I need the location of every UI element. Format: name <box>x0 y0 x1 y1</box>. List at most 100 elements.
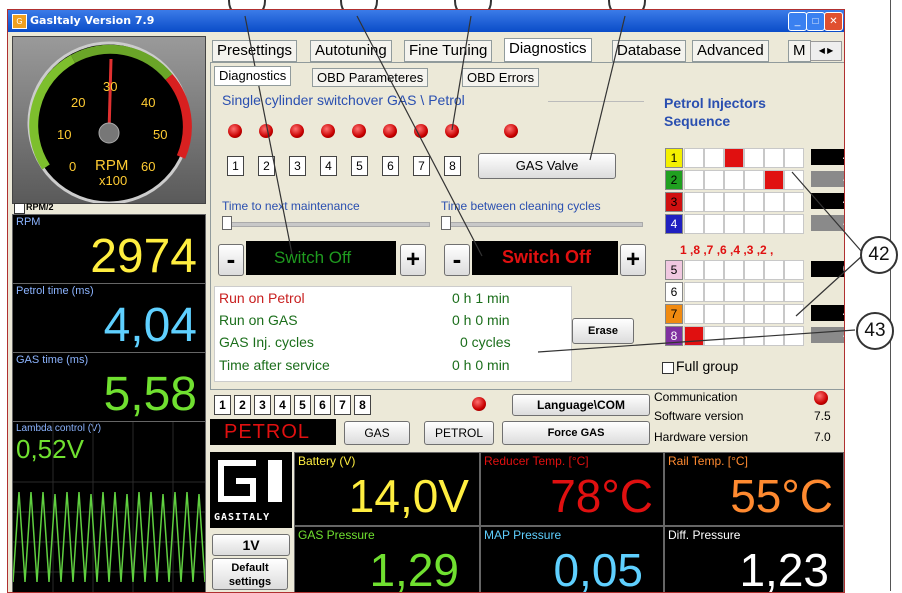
full-group-checkbox[interactable] <box>662 362 674 374</box>
rpm-panel: RPM 2974 <box>12 214 206 284</box>
communication-led <box>814 391 828 405</box>
injector-cell <box>764 282 784 302</box>
cylinder-btn-3[interactable]: 3 <box>289 156 306 176</box>
injector-value-3: 4.0 <box>811 193 844 209</box>
injector-number-3: 3 <box>665 192 683 212</box>
injector-cell <box>684 282 704 302</box>
reducer-temp-panel: Reducer Temp. [°C] 78°C <box>480 452 664 526</box>
injector-number-1: 1 <box>665 148 683 168</box>
mode-indicator-text: PETROL <box>224 421 311 443</box>
injector-cell <box>764 304 784 324</box>
subtab-obd-parameters[interactable]: OBD Parameteres <box>312 68 429 87</box>
cleaning-plus[interactable]: + <box>620 244 646 276</box>
tab-presettings[interactable]: Presettings <box>212 40 298 62</box>
stat-value-run-gas: 0 h 0 min <box>452 312 510 328</box>
cylinder-btn-7[interactable]: 7 <box>413 156 430 176</box>
erase-button[interactable]: Erase <box>572 318 634 344</box>
stat-label-run-petrol: Run on Petrol <box>219 290 305 306</box>
gas-mode-button[interactable]: GAS <box>344 421 410 445</box>
cleaning-status: Switch Off <box>472 241 618 275</box>
stat-label-time-after-service: Time after service <box>219 357 330 373</box>
default-settings-button[interactable]: Default settings <box>212 558 288 590</box>
rpm2-checkbox[interactable] <box>14 203 25 214</box>
injector-number-4: 4 <box>665 214 683 234</box>
injector-cell <box>684 192 704 212</box>
stat-value-time-after-service: 0 h 0 min <box>452 357 510 373</box>
mode-cylinder-2[interactable]: 2 <box>234 395 251 415</box>
injector-cell <box>764 170 784 190</box>
rpm2-label: RPM/2 <box>26 202 54 212</box>
mode-cylinder-6[interactable]: 6 <box>314 395 331 415</box>
next-maintenance-minus[interactable]: - <box>218 244 244 276</box>
injector-cell <box>744 282 764 302</box>
cylinder-btn-1[interactable]: 1 <box>227 156 244 176</box>
gauge-tick-40: 40 <box>141 95 156 110</box>
switchover-divider <box>548 101 644 102</box>
tab-advanced[interactable]: Advanced <box>692 40 769 62</box>
brand-logo-mark <box>218 460 282 502</box>
cylinder-led-7 <box>414 124 428 138</box>
lambda-panel: Lambda control (V) 0,52V <box>12 421 206 592</box>
tab-fine-tuning[interactable]: Fine Tuning <box>404 40 493 62</box>
gas-valve-button[interactable]: GAS Valve <box>478 153 616 179</box>
injector-cell <box>724 192 744 212</box>
injector-cell <box>704 326 724 346</box>
cylinder-btn-4[interactable]: 4 <box>320 156 337 176</box>
injector-cell <box>684 304 704 324</box>
mode-cylinder-1[interactable]: 1 <box>214 395 231 415</box>
mode-cylinder-8[interactable]: 8 <box>354 395 371 415</box>
tab-diagnostics[interactable]: Diagnostics <box>504 38 592 62</box>
next-maintenance-slider-track[interactable] <box>222 222 430 227</box>
page-divider-line <box>890 0 891 591</box>
language-com-button[interactable]: Language\COM <box>512 394 650 416</box>
cylinder-led-2 <box>259 124 273 138</box>
cleaning-slider-track[interactable] <box>441 222 643 227</box>
mode-cylinder-3[interactable]: 3 <box>254 395 271 415</box>
map-pressure-label: MAP Pressure <box>484 528 562 542</box>
injector-cell <box>784 192 804 212</box>
subtab-obd-errors[interactable]: OBD Errors <box>462 68 540 87</box>
injector-cell <box>704 304 724 324</box>
injector-cell <box>784 282 804 302</box>
rail-temp-label: Rail Temp. [°C] <box>668 454 748 468</box>
next-maintenance-label: Time to next maintenance <box>222 199 360 213</box>
maximize-button[interactable]: □ <box>806 12 825 31</box>
software-version-label: Software version <box>654 409 744 423</box>
rail-temp-panel: Rail Temp. [°C] 55°C <box>664 452 844 526</box>
cylinder-led-5 <box>352 124 366 138</box>
force-gas-button[interactable]: Force GAS <box>502 421 650 445</box>
cylinder-btn-6[interactable]: 6 <box>382 156 399 176</box>
cleaning-slider-thumb[interactable] <box>441 216 451 230</box>
next-maintenance-plus[interactable]: + <box>400 244 426 276</box>
tab-database[interactable]: Database <box>612 40 687 62</box>
next-maintenance-slider-thumb[interactable] <box>222 216 232 230</box>
petrol-mode-button[interactable]: PETROL <box>424 421 494 445</box>
gauge-tick-50: 50 <box>153 127 168 142</box>
mode-cylinder-4[interactable]: 4 <box>274 395 291 415</box>
injector-cell <box>704 260 724 280</box>
tab-scroll-arrows[interactable]: ◀ ▶ <box>810 41 842 61</box>
cylinder-led-6 <box>383 124 397 138</box>
tab-more[interactable]: M <box>788 40 811 62</box>
injector-value-1: 4.0 <box>811 149 844 165</box>
map-pressure-value: 0,05 <box>553 544 643 593</box>
mode-cylinder-5[interactable]: 5 <box>294 395 311 415</box>
close-button[interactable]: ✕ <box>824 12 843 31</box>
cylinder-btn-2[interactable]: 2 <box>258 156 275 176</box>
injector-cell <box>764 260 784 280</box>
injector-cell <box>684 170 704 190</box>
injector-cell <box>704 170 724 190</box>
subtab-diagnostics[interactable]: Diagnostics <box>214 66 292 86</box>
injector-number-6: 6 <box>665 282 683 302</box>
injector-cell <box>784 304 804 324</box>
mode-cylinder-7[interactable]: 7 <box>334 395 351 415</box>
cylinder-btn-8[interactable]: 8 <box>444 156 461 176</box>
injector-cell <box>744 170 764 190</box>
tab-autotuning[interactable]: Autotuning <box>310 40 392 62</box>
callout-43: 43 <box>856 312 894 350</box>
cleaning-minus[interactable]: - <box>444 244 470 276</box>
injector-cell <box>764 326 784 346</box>
cylinder-btn-5[interactable]: 5 <box>351 156 368 176</box>
minimize-button[interactable]: _ <box>788 12 807 31</box>
volt-button[interactable]: 1V <box>212 534 290 556</box>
